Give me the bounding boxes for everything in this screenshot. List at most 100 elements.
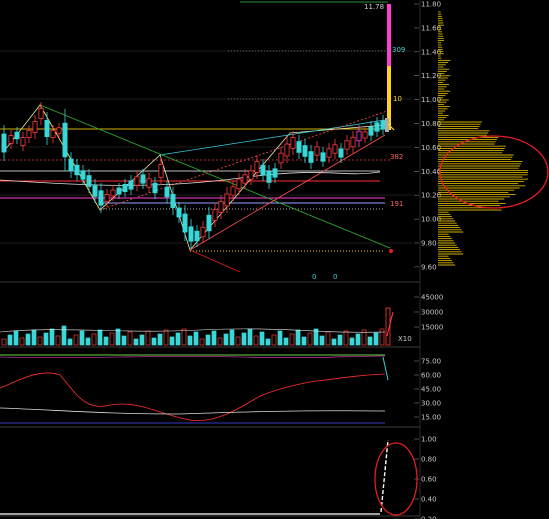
- candle: [212, 209, 218, 221]
- volume-bar: [343, 330, 349, 346]
- candle: [74, 164, 80, 176]
- candle: [1, 133, 7, 153]
- volume-bar: [205, 334, 211, 346]
- volume-bar: [301, 336, 307, 346]
- candle: [224, 193, 230, 207]
- volume-bar: [13, 330, 19, 346]
- level-label-382: 382: [390, 153, 403, 161]
- candle: [308, 151, 314, 163]
- fib-vertical-bar: [385, 4, 391, 132]
- level-label-191: 191: [390, 200, 403, 208]
- price-axis-tick: 9.60: [421, 263, 437, 271]
- candle: [314, 146, 320, 156]
- volume-bar: [181, 328, 187, 346]
- volume-bar: [199, 338, 205, 346]
- volume-bar: [349, 337, 355, 346]
- volume-axis-tick: 15000: [421, 324, 443, 332]
- candle: [62, 122, 68, 158]
- volume-bar: [241, 332, 247, 346]
- candle: [284, 143, 290, 157]
- candle: [278, 152, 284, 164]
- candle: [164, 186, 170, 198]
- volume-bar: [79, 330, 85, 346]
- candle: [110, 189, 116, 197]
- volume-bar: [373, 332, 379, 346]
- volume-bar: [67, 338, 73, 346]
- volume-bar: [211, 330, 217, 346]
- candle: [194, 230, 200, 242]
- chart-canvas[interactable]: 11.78 309 10 382 191 0 0 11.8011.6011.40…: [0, 0, 549, 519]
- volume-bar: [259, 331, 265, 346]
- candle: [236, 178, 242, 190]
- volume-bar: [43, 332, 49, 346]
- candle: [116, 187, 122, 195]
- candle: [14, 131, 20, 140]
- volume-bar: [271, 334, 277, 346]
- candle: [176, 207, 182, 218]
- candle: [266, 171, 272, 183]
- candlestick-series: [1, 102, 386, 249]
- volume-bar: [91, 333, 97, 346]
- candle: [296, 141, 302, 153]
- volume-bar: [1, 338, 7, 346]
- volume-bar: [139, 334, 145, 346]
- bottom-axis-tick: 0.40: [421, 496, 437, 504]
- volume-bar: [187, 335, 193, 346]
- volume-bar: [307, 332, 313, 346]
- volume-bar: [331, 338, 337, 346]
- candle: [140, 174, 146, 184]
- candle: [350, 136, 356, 148]
- volume-bar: [133, 338, 139, 346]
- bottom-axis-tick: 0.80: [421, 456, 437, 464]
- volume-bar: [49, 328, 55, 346]
- candle: [302, 145, 308, 157]
- candle: [98, 190, 104, 206]
- bottom-indicator: [0, 439, 389, 515]
- bottom-axis-tick: 0.20: [421, 516, 437, 519]
- candle: [146, 178, 152, 188]
- volume-axis-tick: 30000: [421, 309, 443, 317]
- marker-label-2: 0: [333, 273, 337, 281]
- candle: [188, 226, 194, 242]
- volume-bar: [145, 330, 151, 346]
- price-axis-tick: 9.80: [421, 240, 437, 248]
- price-gridlines: [0, 50, 412, 244]
- volume-bar: [157, 333, 163, 346]
- oscillator-axis-tick: 60.00: [421, 372, 441, 380]
- candle: [68, 158, 74, 172]
- oscillator-axis-tick: 75.00: [421, 358, 441, 366]
- candle: [200, 226, 206, 238]
- candle: [338, 148, 344, 158]
- candle: [32, 121, 38, 133]
- volume-bar: [355, 333, 361, 346]
- oscillator-axis-tick: 15.00: [421, 414, 441, 422]
- volume-bar: [163, 329, 169, 346]
- volume-bar: [235, 336, 241, 346]
- volume-bar: [61, 325, 67, 346]
- volume-bar: [19, 337, 25, 346]
- volume-bar: [337, 334, 343, 346]
- candle: [134, 176, 140, 186]
- candle: [356, 130, 362, 142]
- candle: [248, 170, 254, 180]
- price-axis-tick: 11.80: [421, 1, 441, 9]
- volume-bar: [169, 336, 175, 346]
- candle: [20, 137, 26, 146]
- candle: [206, 214, 212, 232]
- candle: [104, 193, 110, 202]
- volume-bar: [103, 336, 109, 346]
- candle: [50, 129, 56, 138]
- candle: [86, 175, 92, 187]
- volume-bar: [217, 337, 223, 346]
- volume-unit-label: X10: [398, 335, 412, 343]
- volume-bar: [73, 334, 79, 346]
- marker-label-1: 0: [312, 273, 316, 281]
- volume-bar: [229, 329, 235, 346]
- volume-bars: [1, 307, 391, 346]
- volume-bar: [175, 332, 181, 346]
- candle: [158, 163, 164, 178]
- oscillator-axis: 75.00 60.00 45.00 30.00 15.00: [414, 358, 441, 422]
- volume-bar: [193, 331, 199, 346]
- candle: [254, 161, 260, 173]
- volume-bar: [109, 332, 115, 346]
